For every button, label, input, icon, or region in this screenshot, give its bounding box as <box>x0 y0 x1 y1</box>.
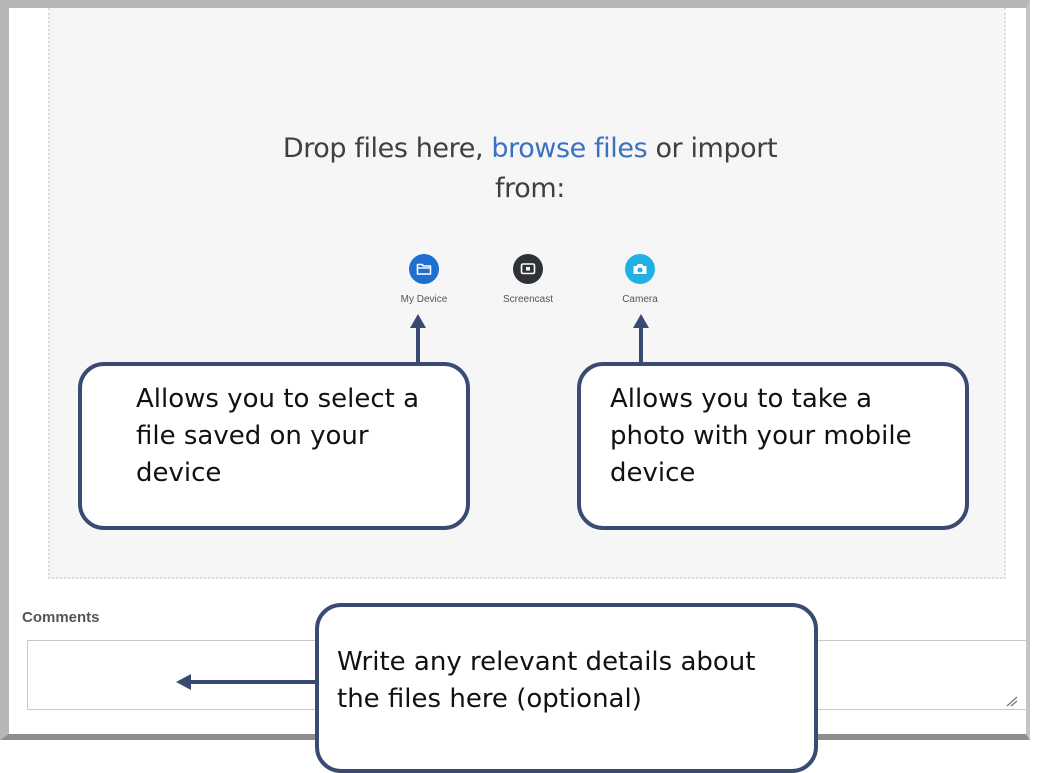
screencast-source[interactable]: Screencast <box>488 254 568 305</box>
screencast-label: Screencast <box>502 294 554 305</box>
my-device-source[interactable]: My Device <box>384 254 464 305</box>
callout-my-device: Allows you to select a file saved on you… <box>78 362 470 530</box>
camera-source[interactable]: Camera <box>600 254 680 305</box>
my-device-label: My Device <box>400 294 448 305</box>
camera-icon[interactable] <box>625 254 655 284</box>
drop-instructions: Drop files here, browse files or import … <box>250 129 810 209</box>
callout-camera: Allows you to take a photo with your mob… <box>577 362 969 530</box>
screencast-icon[interactable] <box>513 254 543 284</box>
browse-files-link[interactable]: browse files <box>491 133 647 164</box>
arrow-to-comments <box>176 674 191 690</box>
resize-handle-icon[interactable] <box>1004 694 1018 707</box>
arrow-line-comments <box>190 680 320 684</box>
drop-suffix-2: from: <box>495 173 565 204</box>
drop-suffix: or import <box>655 133 778 164</box>
comments-label: Comments <box>22 609 100 626</box>
callout-comments: Write any relevant details about the fil… <box>315 603 818 773</box>
arrow-line-camera <box>639 326 643 366</box>
folder-icon[interactable] <box>409 254 439 284</box>
arrow-line-my-device <box>416 326 420 366</box>
camera-label: Camera <box>622 294 658 305</box>
drop-prefix: Drop files here, <box>282 133 484 164</box>
